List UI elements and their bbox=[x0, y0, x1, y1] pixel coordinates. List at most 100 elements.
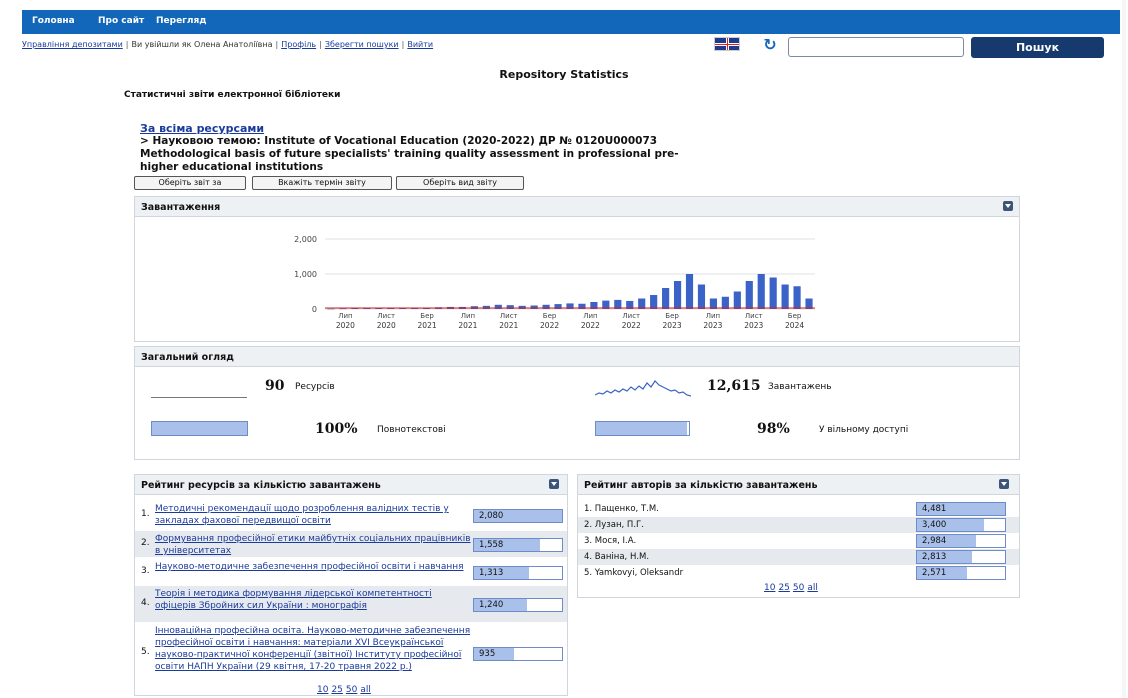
chart-bar bbox=[757, 274, 765, 309]
y-tick-label: 1,000 bbox=[294, 270, 317, 279]
refresh-icon[interactable]: ↻ bbox=[760, 36, 780, 54]
resources-label: Ресурсів bbox=[295, 382, 335, 392]
nav-browse[interactable]: Перегляд bbox=[156, 16, 207, 26]
resource-title-link[interactable]: Методичні рекомендації щодо розроблення … bbox=[155, 503, 473, 527]
table-row: 1. Методичні рекомендації щодо розробленн… bbox=[135, 501, 567, 529]
chart-bar bbox=[327, 308, 335, 310]
download-count: 2,813 bbox=[922, 552, 947, 562]
rank-number: 5. bbox=[141, 647, 150, 657]
download-icon[interactable] bbox=[999, 479, 1009, 489]
chart-bar bbox=[781, 284, 789, 309]
resource-title-link[interactable]: Формування професійної етики майбутніх с… bbox=[155, 533, 473, 557]
pager-all[interactable]: all bbox=[807, 583, 818, 593]
download-count-bar: 1,313 bbox=[473, 566, 563, 580]
resource-title-link[interactable]: Теорія і методика формування лідерської … bbox=[155, 588, 473, 612]
x-tick-month: Лип bbox=[338, 312, 352, 320]
download-count: 1,240 bbox=[479, 600, 504, 610]
chart-bar bbox=[518, 305, 526, 309]
panel-title: Рейтинг авторів за кількістю завантажень bbox=[584, 480, 818, 491]
chart-bar bbox=[685, 274, 694, 309]
profile-link[interactable]: Профіль bbox=[281, 40, 316, 49]
report-type-button[interactable]: Оберіть вид звіту bbox=[396, 176, 524, 190]
x-tick-year: 2022 bbox=[540, 321, 559, 330]
x-tick-year: 2023 bbox=[663, 321, 682, 330]
pager-50[interactable]: 50 bbox=[346, 685, 357, 695]
downloads-label: Завантажень bbox=[768, 382, 832, 392]
resource-title-link[interactable]: Науково-методичне забезпечення професійн… bbox=[155, 561, 473, 573]
chart-bar bbox=[697, 284, 706, 309]
y-tick-label: 0 bbox=[312, 305, 317, 314]
chart-bar bbox=[745, 281, 753, 309]
resource-title-link[interactable]: Інноваційна професійна освіта. Науково-м… bbox=[155, 625, 473, 673]
author-name[interactable]: 1. Пащенко, Т.М. bbox=[584, 504, 659, 514]
table-row: 1. Пащенко, Т.М. 4,481 bbox=[578, 501, 1019, 517]
chart-bar bbox=[650, 295, 658, 309]
downloads-panel: Завантаження 2,000 1,000 0 Лип 2020 Лист 2020 Б… bbox=[134, 196, 1020, 342]
download-count-bar: 4,481 bbox=[916, 502, 1006, 516]
table-row: 2. Лузан, П.Г. 3,400 bbox=[578, 517, 1019, 533]
open-access-bar bbox=[595, 421, 690, 436]
x-tick-month: Лист bbox=[622, 312, 640, 320]
pager-25[interactable]: 25 bbox=[778, 583, 789, 593]
pager-10[interactable]: 10 bbox=[764, 583, 775, 593]
table-row: 4. Ваніна, Н.М. 2,813 bbox=[578, 549, 1019, 565]
chart-bar bbox=[733, 291, 741, 309]
download-count: 2,984 bbox=[922, 536, 947, 546]
rank-number: 2. bbox=[141, 538, 150, 548]
chart-bar bbox=[793, 286, 801, 309]
report-period-button[interactable]: Вкажіть термін звіту bbox=[252, 176, 392, 190]
x-tick-month: Бер bbox=[543, 312, 557, 320]
author-name[interactable]: 2. Лузан, П.Г. bbox=[584, 520, 644, 530]
y-tick-label: 2,000 bbox=[294, 235, 317, 244]
rank-number: 1. bbox=[141, 509, 150, 519]
resources-sparkline bbox=[151, 397, 247, 398]
saved-searches-link[interactable]: Зберегти пошуки bbox=[325, 40, 399, 49]
chart-bar bbox=[673, 281, 682, 309]
breadcrumb-topic: > Науковою темою: Institute of Vocationa… bbox=[140, 135, 679, 173]
separator: | bbox=[275, 40, 279, 49]
x-tick-month: Бер bbox=[788, 312, 802, 320]
fulltext-label: Повнотекстові bbox=[377, 425, 446, 435]
x-tick-month: Лист bbox=[745, 312, 763, 320]
x-tick-year: 2020 bbox=[377, 321, 396, 330]
x-tick-month: Лист bbox=[377, 312, 395, 320]
fulltext-percent: 100% bbox=[315, 421, 358, 437]
rank-number: 4. bbox=[141, 598, 150, 608]
select-report-button[interactable]: Оберіть звіт за bbox=[134, 176, 246, 190]
nav-about[interactable]: Про сайт bbox=[98, 16, 144, 26]
download-count: 1,313 bbox=[479, 568, 504, 578]
x-tick-month: Лист bbox=[500, 312, 518, 320]
pager-50[interactable]: 50 bbox=[793, 583, 804, 593]
author-name[interactable]: 4. Ваніна, Н.М. bbox=[584, 552, 649, 562]
download-count: 1,558 bbox=[479, 540, 504, 550]
author-name[interactable]: 3. Мося, І.А. bbox=[584, 536, 636, 546]
panel-header: Рейтинг авторів за кількістю завантажень bbox=[578, 475, 1019, 495]
table-row: 3. Мося, І.А. 2,984 bbox=[578, 533, 1019, 549]
manage-deposits-link[interactable]: Управління депозитами bbox=[22, 40, 123, 49]
downloads-sparkline bbox=[595, 380, 691, 397]
search-input[interactable] bbox=[788, 37, 964, 57]
download-icon[interactable] bbox=[1003, 201, 1013, 211]
author-name[interactable]: 5. Yamkovyi, Oleksandr bbox=[584, 568, 683, 578]
logout-link[interactable]: Вийти bbox=[407, 40, 433, 49]
pager-25[interactable]: 25 bbox=[331, 685, 342, 695]
x-tick-year: 2021 bbox=[499, 321, 518, 330]
x-tick-year: 2021 bbox=[418, 321, 437, 330]
search-button[interactable]: Пошук bbox=[971, 37, 1104, 58]
x-tick-month: Лип bbox=[461, 312, 475, 320]
authors-ranking-panel: Рейтинг авторів за кількістю завантажень… bbox=[577, 474, 1020, 598]
download-icon[interactable] bbox=[549, 479, 559, 489]
nav-home[interactable]: Головна bbox=[32, 16, 75, 26]
breadcrumb-all-resources[interactable]: За всіма ресурсами bbox=[140, 122, 264, 135]
download-count-bar: 1,240 bbox=[473, 598, 563, 612]
x-tick-month: Лип bbox=[706, 312, 720, 320]
english-flag-icon[interactable] bbox=[714, 37, 740, 51]
chart-bar bbox=[482, 305, 490, 309]
separator: | bbox=[125, 40, 129, 49]
pager-all[interactable]: all bbox=[360, 685, 371, 695]
user-bar: Управління депозитами | Ви увійшли як Олен… bbox=[22, 40, 722, 54]
separator: | bbox=[401, 40, 405, 49]
pager-10[interactable]: 10 bbox=[317, 685, 328, 695]
x-tick-year: 2023 bbox=[744, 321, 763, 330]
panel-header: Рейтинг ресурсів за кількістю завантажен… bbox=[135, 475, 567, 495]
